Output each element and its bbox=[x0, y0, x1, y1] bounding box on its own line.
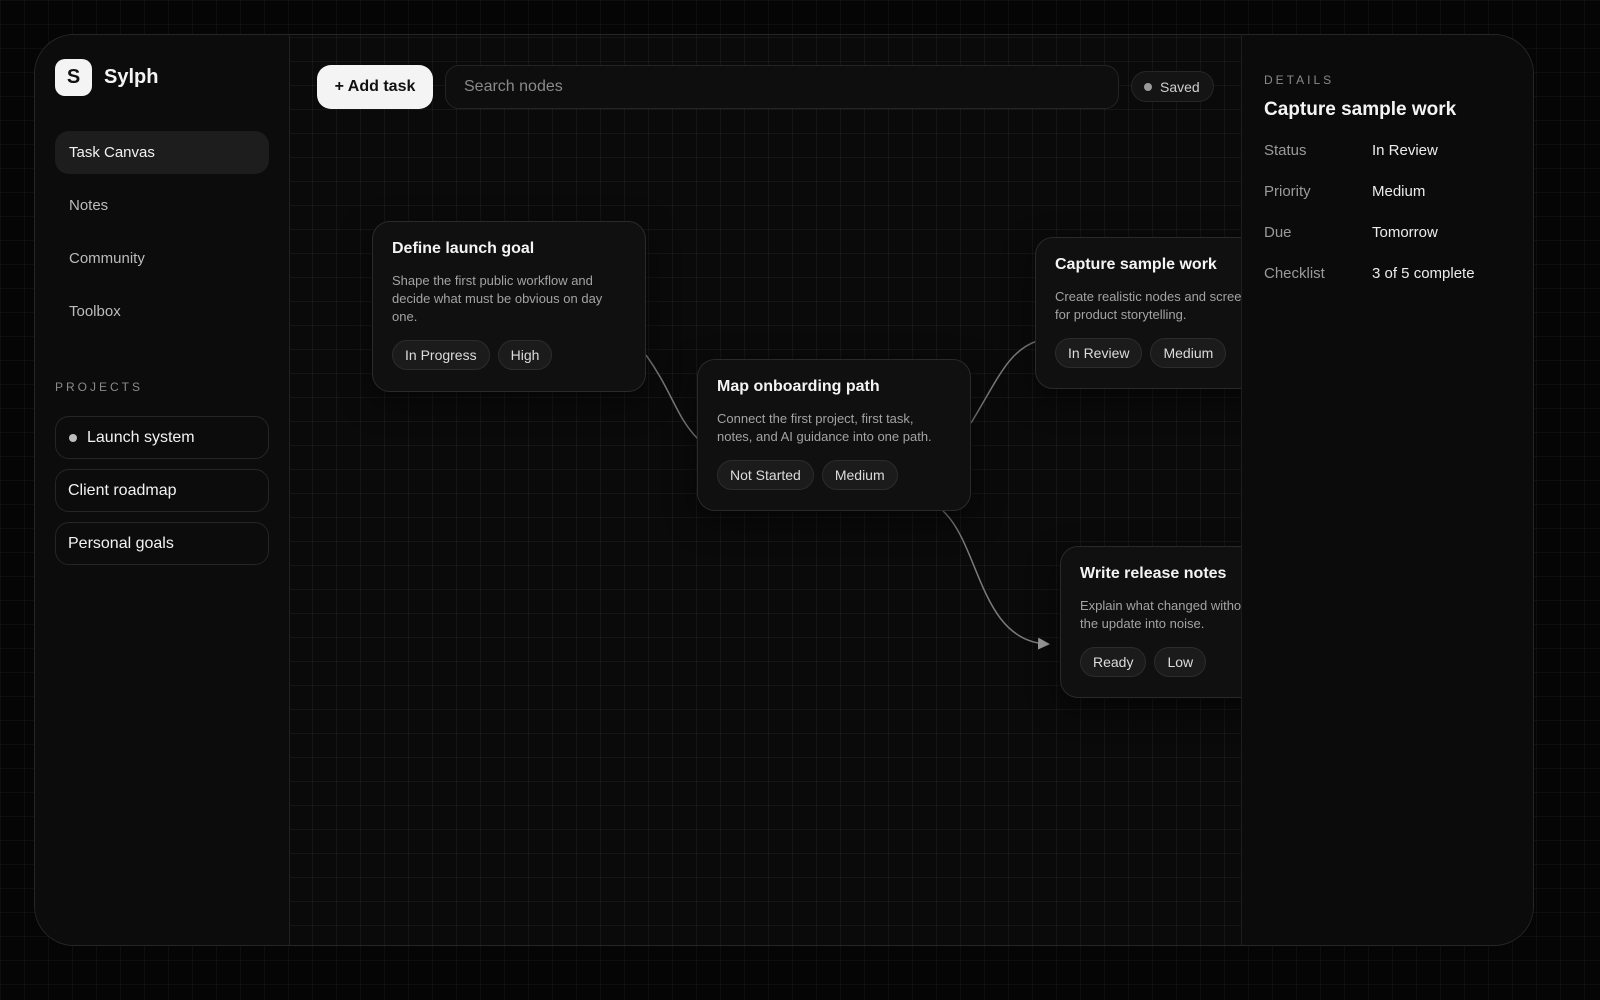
project-list: Launch system Client roadmap Personal go… bbox=[55, 416, 269, 575]
card-description: Explain what changed without turning the… bbox=[1080, 598, 1241, 631]
project-label: Client roadmap bbox=[68, 481, 177, 499]
task-card-write-release-notes[interactable]: Write release notes Explain what changed… bbox=[1060, 546, 1241, 698]
sidebar-item-notes[interactable]: Notes bbox=[55, 184, 269, 227]
sidebar: S Sylph Task Canvas Notes Community Tool… bbox=[35, 35, 290, 945]
detail-value: Tomorrow bbox=[1372, 224, 1438, 241]
app-window: S Sylph Task Canvas Notes Community Tool… bbox=[34, 34, 1534, 946]
brand-name: Sylph bbox=[104, 66, 159, 88]
details-panel: DETAILS Capture sample work Status In Re… bbox=[1241, 35, 1533, 945]
active-dot-icon bbox=[69, 433, 77, 442]
project-item-personal-goals[interactable]: Personal goals bbox=[55, 522, 269, 565]
detail-row-checklist: Checklist 3 of 5 complete bbox=[1264, 265, 1524, 306]
sidebar-item-task-canvas[interactable]: Task Canvas bbox=[55, 131, 269, 174]
card-tags: Ready Low bbox=[1080, 647, 1241, 677]
detail-key: Priority bbox=[1264, 183, 1311, 200]
projects-section-label: PROJECTS bbox=[55, 380, 144, 394]
project-item-launch-system[interactable]: Launch system bbox=[55, 416, 269, 459]
detail-value: 3 of 5 complete bbox=[1372, 265, 1475, 282]
priority-tag[interactable]: Medium bbox=[1150, 338, 1227, 368]
card-description: Connect the first project, first task, n… bbox=[717, 411, 932, 444]
project-item-client-roadmap[interactable]: Client roadmap bbox=[55, 469, 269, 512]
status-tag[interactable]: Ready bbox=[1080, 647, 1147, 677]
card-tags: In Progress High bbox=[392, 340, 626, 370]
card-title: Define launch goal bbox=[392, 240, 535, 257]
saved-dot-icon bbox=[1144, 82, 1152, 91]
status-tag[interactable]: In Progress bbox=[392, 340, 490, 370]
detail-key: Due bbox=[1264, 224, 1292, 241]
detail-key: Checklist bbox=[1264, 265, 1325, 282]
task-card-define-launch-goal[interactable]: Define launch goal Shape the first publi… bbox=[372, 221, 646, 392]
search-nodes-input[interactable] bbox=[445, 65, 1119, 109]
detail-row-priority: Priority Medium bbox=[1264, 183, 1524, 224]
saved-label: Saved bbox=[1160, 78, 1200, 95]
brand-logo: S bbox=[55, 59, 92, 96]
edge-map-to-release bbox=[942, 510, 1050, 650]
sidebar-item-toolbox[interactable]: Toolbox bbox=[55, 290, 269, 333]
details-section-label: DETAILS bbox=[1264, 73, 1335, 87]
detail-value: In Review bbox=[1372, 142, 1438, 159]
details-title: Capture sample work bbox=[1264, 99, 1457, 120]
card-description: Create realistic nodes and screenshots f… bbox=[1055, 289, 1241, 322]
sidebar-nav: Task Canvas Notes Community Toolbox bbox=[55, 131, 269, 343]
brand[interactable]: S Sylph bbox=[55, 59, 158, 96]
saved-status-badge: Saved bbox=[1131, 71, 1214, 102]
card-tags: Not Started Medium bbox=[717, 460, 951, 490]
status-tag[interactable]: Not Started bbox=[717, 460, 814, 490]
priority-tag[interactable]: Medium bbox=[821, 460, 898, 490]
edge-define-to-map bbox=[645, 354, 699, 440]
detail-row-status: Status In Review bbox=[1264, 142, 1524, 183]
task-card-capture-sample-work[interactable]: Capture sample work Create realistic nod… bbox=[1035, 237, 1241, 389]
card-description: Shape the first public workflow and deci… bbox=[392, 273, 603, 324]
edge-map-to-capture bbox=[970, 340, 1038, 424]
sidebar-item-community[interactable]: Community bbox=[55, 237, 269, 280]
card-title: Write release notes bbox=[1080, 565, 1227, 582]
canvas-toolbar: + Add task Saved bbox=[317, 65, 1214, 109]
card-title: Map onboarding path bbox=[717, 378, 880, 395]
project-label: Launch system bbox=[87, 428, 195, 446]
add-task-button[interactable]: + Add task bbox=[317, 65, 433, 109]
task-canvas[interactable]: + Add task Saved Define launch goal Shap… bbox=[290, 35, 1241, 945]
project-label: Personal goals bbox=[68, 534, 174, 552]
card-title: Capture sample work bbox=[1055, 256, 1217, 273]
priority-tag[interactable]: High bbox=[497, 340, 553, 370]
details-fields: Status In Review Priority Medium Due Tom… bbox=[1264, 142, 1524, 306]
task-card-map-onboarding-path[interactable]: Map onboarding path Connect the first pr… bbox=[697, 359, 971, 511]
detail-key: Status bbox=[1264, 142, 1307, 159]
status-tag[interactable]: In Review bbox=[1055, 338, 1143, 368]
detail-row-due: Due Tomorrow bbox=[1264, 224, 1524, 265]
card-tags: In Review Medium bbox=[1055, 338, 1241, 368]
priority-tag[interactable]: Low bbox=[1154, 647, 1207, 677]
detail-value: Medium bbox=[1372, 183, 1426, 200]
